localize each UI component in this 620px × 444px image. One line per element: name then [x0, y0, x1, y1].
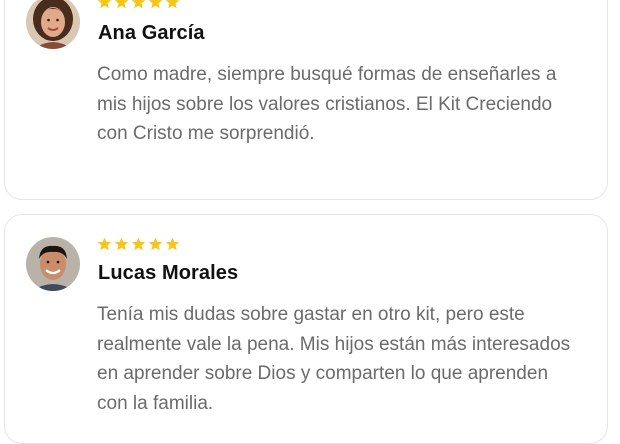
star-icon: [131, 0, 146, 9]
testimonial-card: Lucas Morales Tenía mis dudas sobre gast…: [4, 214, 608, 444]
avatar: [26, 0, 80, 49]
star-icon: [148, 0, 163, 9]
star-icon: [97, 237, 112, 251]
star-icon: [131, 237, 146, 251]
star-icon: [165, 237, 180, 251]
star-icon: [97, 0, 112, 9]
reviewer-name: Lucas Morales: [98, 262, 239, 284]
rating-stars: [97, 0, 180, 9]
review-text: Tenía mis dudas sobre gastar en otro kit…: [97, 304, 571, 414]
reviewer-name: Ana García: [98, 22, 205, 44]
star-icon: [114, 237, 129, 251]
rating-stars: [97, 237, 180, 251]
avatar: [26, 237, 80, 291]
testimonial-card: Ana García Como madre, siempre busqué fo…: [4, 0, 608, 200]
review-text: Como madre, siempre busqué formas de ens…: [97, 64, 557, 144]
man-avatar-icon: [26, 237, 80, 291]
star-icon: [114, 0, 129, 9]
woman-avatar-icon: [26, 0, 80, 49]
star-icon: [165, 0, 180, 9]
star-icon: [148, 237, 163, 251]
